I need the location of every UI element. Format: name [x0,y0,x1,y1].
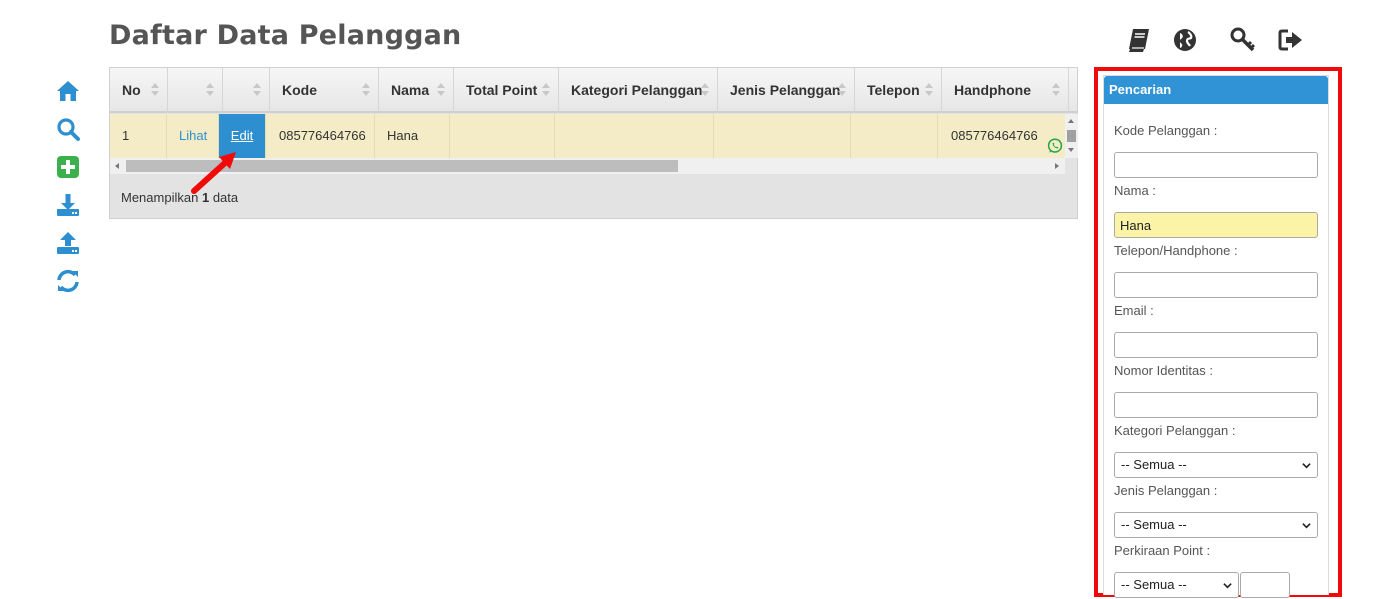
kategori-pelanggan-select[interactable]: -- Semua -- [1114,452,1318,478]
nama-input[interactable] [1114,212,1318,238]
field-telepon: Telepon/Handphone : [1114,243,1319,298]
column-header-kategori[interactable]: Kategori Pelanggan [559,68,718,113]
column-header-jenis[interactable]: Jenis Pelanggan [718,68,855,113]
scroll-right-icon[interactable] [1055,163,1059,169]
sort-icon [151,83,159,97]
kode-pelanggan-label: Kode Pelanggan : [1114,123,1218,138]
book-icon[interactable] [1126,27,1154,55]
field-jenis-pelanggan: Jenis Pelanggan : -- Semua -- [1114,483,1319,538]
sort-icon [253,83,261,97]
cell-kategori [555,114,714,158]
perkiraan-point-input[interactable] [1240,572,1290,598]
point-selected-value: -- Semua -- [1121,577,1187,592]
cell-kode: 085776464766 [266,114,375,158]
sort-icon [206,83,214,97]
search-panel: Pencarian Kode Pelanggan : Nama : Telepo… [1103,75,1329,598]
field-nomor-identitas: Nomor Identitas : [1114,363,1319,418]
field-email: Email : [1114,303,1319,358]
refresh-icon[interactable] [53,268,83,298]
scroll-down-icon[interactable] [1068,148,1074,152]
search-panel-title: Pencarian [1104,76,1328,104]
column-header-telepon[interactable]: Telepon [855,68,942,113]
horizontal-scrollbar[interactable] [110,158,1065,174]
cell-nama: Hana [375,114,450,158]
kode-pelanggan-input[interactable] [1114,152,1318,178]
table-row[interactable]: 1 Lihat Edit 085776464766 Hana 085776464… [110,114,1065,158]
nama-label: Nama : [1114,183,1156,198]
column-header-view[interactable] [168,68,223,113]
email-label: Email : [1114,303,1154,318]
sort-icon [838,83,846,97]
logout-icon[interactable] [1278,27,1306,55]
column-header-total-point[interactable]: Total Point [454,68,559,113]
left-toolbar [53,76,83,306]
cell-handphone: 085776464766 [938,114,1065,158]
jenis-selected-value: -- Semua -- [1121,517,1187,532]
perkiraan-point-operator-select[interactable]: -- Semua -- [1114,572,1239,598]
page-title: Daftar Data Pelanggan [109,20,462,51]
cell-total-point [450,114,555,158]
sort-icon [542,83,550,97]
nomor-identitas-label: Nomor Identitas : [1114,363,1213,378]
vertical-scrollbar[interactable] [1065,114,1078,158]
globe-icon[interactable] [1172,27,1200,55]
scroll-left-icon[interactable] [115,163,119,169]
chevron-down-icon [1302,523,1311,529]
cell-no: 1 [110,114,167,158]
download-icon[interactable] [53,192,83,222]
search-icon[interactable] [53,116,83,146]
sort-icon [925,83,933,97]
home-icon[interactable] [53,78,83,108]
telepon-label: Telepon/Handphone : [1114,243,1238,258]
handphone-value: 085776464766 [951,128,1038,143]
telepon-input[interactable] [1114,272,1318,298]
column-header-no[interactable]: No [110,68,168,113]
add-icon[interactable] [53,154,83,184]
email-input[interactable] [1114,332,1318,358]
field-kode-pelanggan: Kode Pelanggan : [1114,123,1319,178]
whatsapp-icon[interactable] [1047,128,1063,153]
column-header-kode[interactable]: Kode [270,68,379,113]
field-perkiraan-point: Perkiraan Point : -- Semua -- [1114,543,1319,598]
perkiraan-point-row: -- Semua -- [1114,572,1319,598]
cell-telepon [851,114,938,158]
nomor-identitas-input[interactable] [1114,392,1318,418]
perkiraan-point-label: Perkiraan Point : [1114,543,1211,558]
chevron-down-icon [1223,583,1232,589]
upload-icon[interactable] [53,230,83,260]
field-nama: Nama : [1114,183,1319,238]
customer-grid: No Kode Nama Total Point Kategori Pelang… [109,67,1078,219]
cell-jenis [714,114,851,158]
sort-icon [437,83,445,97]
field-kategori-pelanggan: Kategori Pelanggan : -- Semua -- [1114,423,1319,478]
kategori-pelanggan-label: Kategori Pelanggan : [1114,423,1236,438]
sort-icon [701,83,709,97]
key-icon[interactable] [1230,27,1258,55]
column-header-nama[interactable]: Nama [379,68,454,113]
grid-header: No Kode Nama Total Point Kategori Pelang… [110,68,1077,113]
column-header-edit[interactable] [223,68,270,113]
jenis-pelanggan-label: Jenis Pelanggan : [1114,483,1218,498]
vertical-scroll-thumb[interactable] [1067,130,1076,142]
sort-icon [362,83,370,97]
column-header-handphone[interactable]: Handphone [942,68,1069,113]
annotation-arrow-icon [191,152,236,194]
kategori-selected-value: -- Semua -- [1121,457,1187,472]
sort-icon [1052,83,1060,97]
scroll-up-icon[interactable] [1068,119,1074,123]
chevron-down-icon [1302,463,1311,469]
jenis-pelanggan-select[interactable]: -- Semua -- [1114,512,1318,538]
